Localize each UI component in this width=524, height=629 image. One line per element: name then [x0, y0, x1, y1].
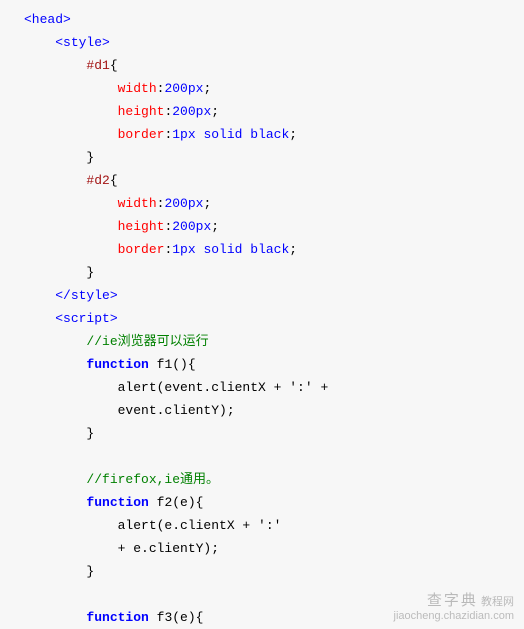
- code-line: <head>: [24, 8, 524, 31]
- code-line: height:200px;: [24, 215, 524, 238]
- code-line: height:200px;: [24, 100, 524, 123]
- code-line: border:1px solid black;: [24, 238, 524, 261]
- code-line: event.clientY);: [24, 399, 524, 422]
- code-line: function f3(e){: [24, 606, 524, 629]
- code-line: }: [24, 261, 524, 284]
- code-line: function f1(){: [24, 353, 524, 376]
- code-line: alert(e.clientX + ':': [24, 514, 524, 537]
- code-block: <head> <style> #d1{ width:200px; height:…: [0, 0, 524, 629]
- code-line: [24, 583, 524, 606]
- code-line: width:200px;: [24, 77, 524, 100]
- code-line: function f2(e){: [24, 491, 524, 514]
- code-line: <script>: [24, 307, 524, 330]
- code-line: border:1px solid black;: [24, 123, 524, 146]
- code-line: }: [24, 560, 524, 583]
- code-line: alert(event.clientX + ':' +: [24, 376, 524, 399]
- code-line: #d2{: [24, 169, 524, 192]
- code-line: width:200px;: [24, 192, 524, 215]
- code-line: //firefox,ie通用。: [24, 468, 524, 491]
- code-line: </style>: [24, 284, 524, 307]
- code-line: }: [24, 422, 524, 445]
- code-line: + e.clientY);: [24, 537, 524, 560]
- code-line: <style>: [24, 31, 524, 54]
- code-line: #d1{: [24, 54, 524, 77]
- code-line: //ie浏览器可以运行: [24, 330, 524, 353]
- code-line: [24, 445, 524, 468]
- code-line: }: [24, 146, 524, 169]
